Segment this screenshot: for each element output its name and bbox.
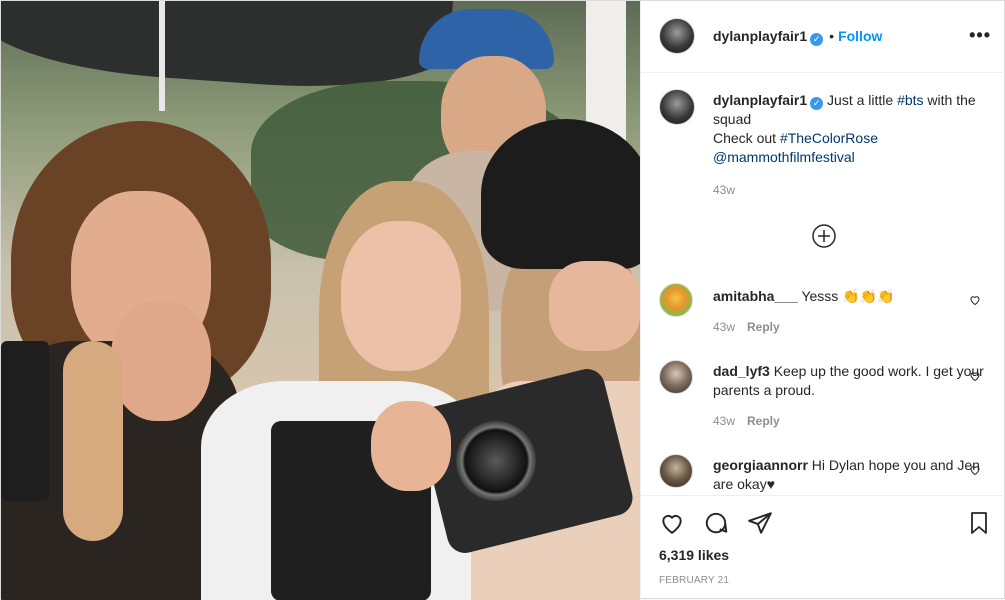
girl-face [341, 221, 461, 371]
follow-button[interactable]: Follow [838, 28, 882, 44]
more-options-icon[interactable]: ••• [969, 25, 991, 46]
comment-meta: 43w Reply [713, 320, 780, 334]
comment-text: dad_lyf3 Keep up the good work. I get yo… [713, 362, 988, 400]
camera-hand [371, 401, 451, 491]
post-date[interactable]: FEBRUARY 21 [659, 575, 729, 586]
caption-avatar[interactable] [659, 89, 695, 125]
comment-body: Yesss 👏👏👏 [801, 288, 895, 304]
comment-username[interactable]: georgiaannorr [713, 457, 808, 473]
hashtag-film-link[interactable]: #TheColorRose [780, 130, 878, 146]
instagram-post: dylanplayfair1 ✓ • Follow ••• dylanplayfair… [0, 0, 1005, 600]
comment-time[interactable]: 43w [713, 320, 735, 334]
comment-time[interactable]: 43w [713, 414, 735, 428]
caption-line2-prefix: Check out [713, 130, 780, 146]
separator-dot: • [829, 28, 835, 44]
commenter-avatar[interactable] [659, 283, 693, 317]
commenter-avatar[interactable] [659, 454, 693, 488]
comments-list[interactable]: dylanplayfair1 ✓ Just a little #bts with … [641, 73, 1005, 495]
post-header: dylanplayfair1 ✓ • Follow ••• [641, 1, 1005, 73]
ny-cap [481, 119, 640, 269]
heart-icon[interactable] [658, 510, 686, 536]
caption-time[interactable]: 43w [713, 183, 735, 197]
reply-button[interactable]: Reply [747, 320, 780, 334]
mention-link[interactable]: @mammothfilmfestival [713, 149, 855, 165]
post-photo[interactable] [1, 1, 640, 600]
author-avatar[interactable] [659, 18, 695, 54]
verified-badge-icon: ✓ [810, 97, 824, 110]
post-side-panel: dylanplayfair1 ✓ • Follow ••• dylanplayfair… [640, 1, 1005, 600]
plus-circle-icon[interactable] [812, 224, 836, 248]
caption-text: dylanplayfair1 ✓ Just a little #bts with … [713, 91, 988, 167]
author-username[interactable]: dylanplayfair1 [713, 28, 807, 44]
comment-text: georgiaannorr Hi Dylan hope you and Jen … [713, 456, 988, 494]
caption-text-before: Just a little [827, 92, 898, 108]
heart-icon[interactable] [969, 370, 981, 382]
comment-meta: 43w Reply [713, 414, 780, 428]
commenter-avatar[interactable] [659, 360, 693, 394]
hashtag-bts-link[interactable]: #bts [897, 92, 923, 108]
comment-icon[interactable] [702, 510, 730, 536]
comment-text: amitabha___ Yesss 👏👏👏 [713, 287, 988, 306]
wooden-handle [63, 341, 123, 541]
comment-username[interactable]: dad_lyf3 [713, 363, 770, 379]
heart-icon[interactable] [969, 464, 981, 476]
verified-badge-icon: ✓ [810, 33, 824, 46]
woman-face [549, 261, 640, 351]
bookmark-icon[interactable] [967, 510, 991, 536]
reply-button[interactable]: Reply [747, 414, 780, 428]
caption-meta: 43w [713, 183, 735, 197]
heart-icon[interactable] [969, 294, 981, 306]
camera-lens [456, 421, 536, 501]
post-actions: 6,319 likes FEBRUARY 21 [641, 495, 1005, 600]
left-man-hand [111, 301, 211, 421]
comment-username[interactable]: amitabha___ [713, 288, 798, 304]
camera-rig [1, 341, 49, 501]
umbrella-pole [159, 1, 165, 111]
author-line: dylanplayfair1 ✓ • Follow [713, 28, 882, 46]
likes-count[interactable]: 6,319 likes [659, 547, 729, 563]
share-icon[interactable] [747, 510, 773, 536]
caption-username[interactable]: dylanplayfair1 [713, 92, 807, 108]
